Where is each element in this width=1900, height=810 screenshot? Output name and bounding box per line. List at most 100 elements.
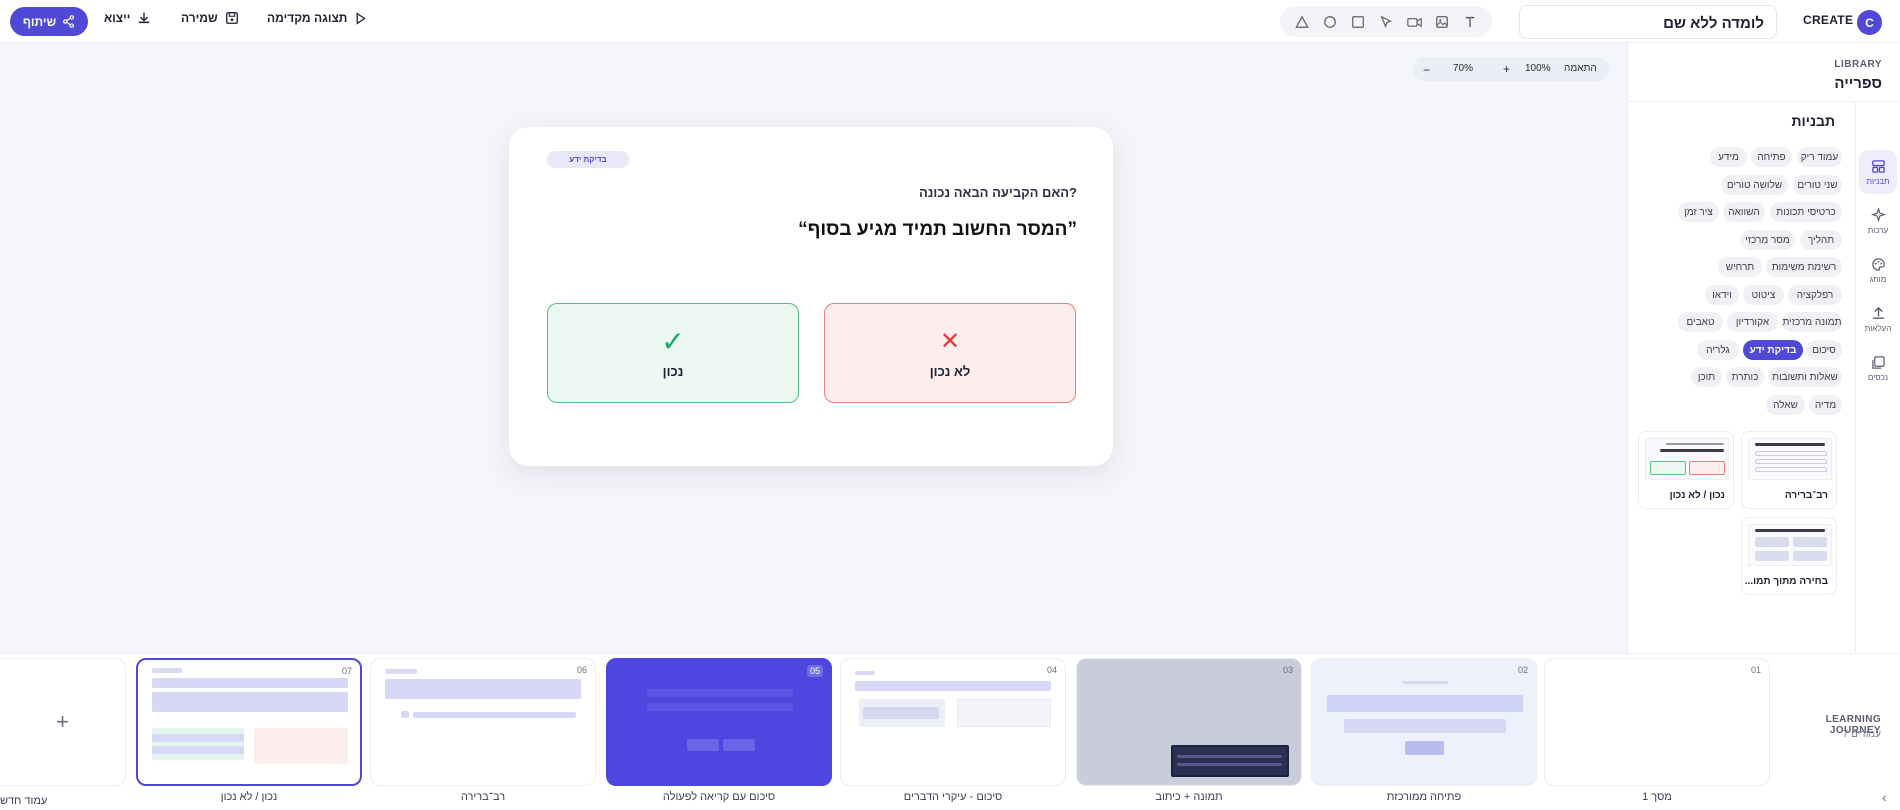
preview-button[interactable]: תצוגה מקדימה <box>267 11 367 25</box>
insert-toolbar <box>1280 6 1492 37</box>
chip-blank-page[interactable]: עמוד ריק <box>1797 147 1842 167</box>
template-label: נכון / לא נכון <box>1669 490 1725 501</box>
preview-label: תצוגה מקדימה <box>267 11 348 25</box>
rail-label: נכסים <box>1868 372 1888 382</box>
answer-false[interactable]: ✕ לא נכון <box>824 303 1076 403</box>
chip-two-columns[interactable]: שני טורים <box>1793 175 1842 195</box>
slide-thumbnail-03[interactable]: 03 <box>1076 658 1302 786</box>
library-title-en: LIBRARY <box>1834 59 1882 70</box>
slide-thumbnail-02[interactable]: 02 <box>1311 658 1537 786</box>
chip-heading[interactable]: כותרת <box>1726 367 1764 387</box>
video-icon[interactable] <box>1405 13 1423 31</box>
zoom-100-button[interactable]: 100% <box>1525 63 1551 74</box>
rail-item-uploads[interactable]: העלאות <box>1859 297 1897 341</box>
share-icon <box>63 15 75 28</box>
fit-button[interactable]: התאמה <box>1564 63 1597 74</box>
answer-true[interactable]: ✓ נכון <box>547 303 799 403</box>
library-title: ספרייה <box>1834 75 1882 92</box>
document-title-field[interactable]: לומדה ללא שם <box>1519 5 1777 39</box>
slide-thumbnail-05[interactable]: 05 <box>606 658 832 786</box>
chip-task-list[interactable]: רשימת משימות <box>1766 257 1842 277</box>
slide-label: נכון / לא נכון <box>220 791 278 803</box>
square-icon[interactable] <box>1349 13 1367 31</box>
rail-item-assets[interactable]: נכסים <box>1859 346 1897 390</box>
chip-qa[interactable]: שאלות ותשובות <box>1768 367 1842 387</box>
chip-reflection[interactable]: רפלקציה <box>1788 285 1842 305</box>
statement-text[interactable]: ”המסר החשוב תמיד מגיע בסוף“ <box>798 219 1077 241</box>
chip-info[interactable]: מידע <box>1710 147 1747 167</box>
rail-item-templates[interactable]: תבניות <box>1859 150 1897 194</box>
slide-canvas[interactable]: בדיקת ידע ?האם הקביעה הבאה נכונה ”המסר ה… <box>509 127 1113 466</box>
chip-content[interactable]: תוכן <box>1691 367 1722 387</box>
triangle-icon[interactable] <box>1293 13 1311 31</box>
chip-gallery[interactable]: גלריה <box>1697 340 1739 360</box>
chip-scenario[interactable]: תרחיש <box>1718 257 1762 277</box>
share-button[interactable]: שיתוף <box>10 7 88 36</box>
chip-central-image[interactable]: תמונה מרכזית <box>1782 312 1842 332</box>
rail-label: העלאות <box>1864 323 1892 333</box>
slide-thumbnail-04[interactable]: 04 <box>840 658 1066 786</box>
chip-key-message[interactable]: מסר מרכזי <box>1740 230 1795 250</box>
template-label: בחירה מתוך תמו... <box>1744 576 1828 587</box>
sparkle-icon <box>1870 207 1886 222</box>
top-bar: שיתוף ייצוא שמירה תצוגה מקדימה לומדה ללא… <box>0 0 1900 43</box>
save-button[interactable]: שמירה <box>181 11 239 25</box>
chip-timeline[interactable]: ציר זמן <box>1678 202 1719 222</box>
check-icon: ✓ <box>661 325 685 357</box>
rail-label: תבניות <box>1866 176 1890 186</box>
chip-question[interactable]: שאלה <box>1766 395 1805 415</box>
chip-accordion[interactable]: אקורדיון <box>1727 312 1778 332</box>
journey-count: 7 עמודים <box>1842 729 1881 740</box>
avatar[interactable]: C <box>1857 10 1882 35</box>
slide-label: מסך 1 <box>1642 791 1672 803</box>
export-button[interactable]: ייצוא <box>104 11 151 25</box>
template-card-true-false[interactable]: נכון / לא נכון <box>1638 431 1734 509</box>
rail-item-kits[interactable]: ערכות <box>1859 199 1897 243</box>
download-icon <box>139 12 150 24</box>
question-text[interactable]: ?האם הקביעה הבאה נכונה <box>919 185 1077 200</box>
answer-true-label: נכון <box>662 363 684 379</box>
save-label: שמירה <box>181 11 218 25</box>
layout-icon <box>1871 159 1885 173</box>
slide-number: 01 <box>1750 665 1761 675</box>
zoom-controls: − 70% + 100% התאמה <box>1413 57 1610 81</box>
rail-label: ערכות <box>1867 225 1889 235</box>
slide-thumbnail-06[interactable]: 06 <box>370 658 596 786</box>
template-thumbnail <box>1748 438 1832 480</box>
zoom-in-button[interactable]: + <box>1503 62 1510 76</box>
chip-comparison[interactable]: השוואה <box>1723 202 1765 222</box>
text-icon[interactable] <box>1461 13 1479 31</box>
chip-knowledge-check[interactable]: בדיקת ידע <box>1743 340 1803 360</box>
add-slide-label: עמוד חדש <box>0 795 48 807</box>
circle-icon[interactable] <box>1321 13 1339 31</box>
slide-label: רב־ברירה <box>460 791 506 803</box>
play-icon <box>356 11 367 25</box>
template-thumbnail <box>1645 438 1729 480</box>
learning-journey-strip: LEARNING JOURNEY 7 עמודים ‹ 01 מסך 1 02 … <box>0 653 1900 810</box>
slide-thumbnail-07[interactable]: 07 <box>136 658 362 786</box>
upload-icon <box>1872 306 1884 319</box>
add-slide-button[interactable]: + <box>0 658 126 786</box>
chip-process[interactable]: תהליך <box>1800 230 1842 250</box>
slide-number: 02 <box>1517 665 1528 675</box>
plus-icon: + <box>56 709 69 734</box>
share-label: שיתוף <box>22 14 57 29</box>
chip-media[interactable]: מדיה <box>1809 395 1842 415</box>
template-card-multiple-choice[interactable]: רב־ברירה <box>1741 431 1837 509</box>
chip-tabs[interactable]: טאבים <box>1678 312 1723 332</box>
chip-opening[interactable]: פתיחה <box>1751 147 1792 167</box>
chip-quote[interactable]: ציטוט <box>1743 285 1784 305</box>
chip-three-columns[interactable]: שלושה טורים <box>1721 175 1788 195</box>
chip-summary[interactable]: סיכום <box>1806 340 1842 360</box>
chip-feature-cards[interactable]: כרטיסי תכונות <box>1770 202 1842 222</box>
image-icon[interactable] <box>1433 13 1451 31</box>
zoom-out-button[interactable]: − <box>1423 63 1430 77</box>
chevron-left-icon[interactable]: ‹ <box>1882 789 1887 805</box>
cursor-icon[interactable] <box>1377 13 1395 31</box>
template-card-image-choice[interactable]: בחירה מתוך תמו... <box>1741 517 1837 595</box>
chip-video[interactable]: וידאו <box>1705 285 1739 305</box>
slide-thumbnail-01[interactable]: 01 <box>1544 658 1770 786</box>
template-category-chips: עמוד ריק פתיחה מידע שני טורים שלושה טורי… <box>1642 147 1842 417</box>
panel-title: תבניות <box>1791 113 1835 129</box>
rail-item-brand[interactable]: מותג <box>1859 248 1897 292</box>
